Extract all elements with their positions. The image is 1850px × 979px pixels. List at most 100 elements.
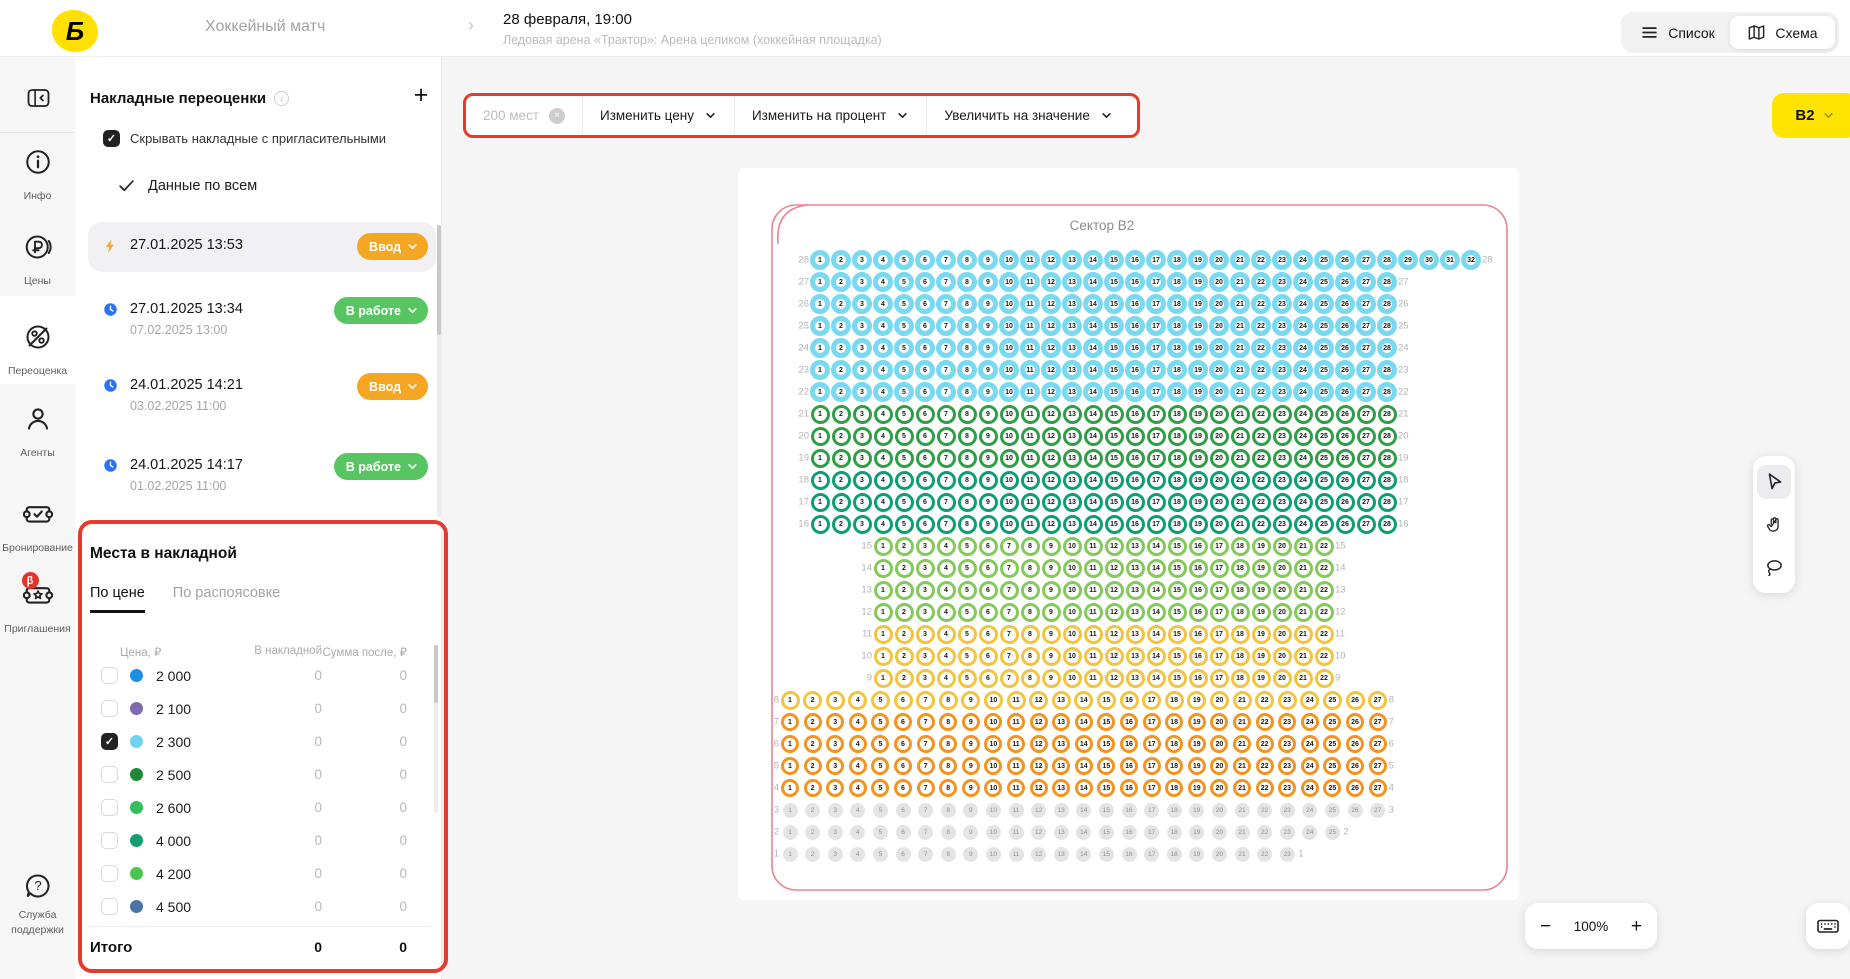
- seat[interactable]: 27: [1368, 691, 1387, 710]
- seat[interactable]: 21: [1230, 316, 1250, 336]
- seat[interactable]: 9: [1042, 603, 1061, 622]
- seat[interactable]: 19: [1252, 537, 1271, 556]
- seat[interactable]: 13: [1063, 449, 1082, 468]
- seat[interactable]: 14: [1083, 382, 1103, 402]
- seat[interactable]: 5: [873, 803, 888, 818]
- seat[interactable]: 18: [1231, 669, 1250, 688]
- seat[interactable]: 11: [1007, 735, 1025, 753]
- seat[interactable]: 16: [1126, 471, 1145, 490]
- seat[interactable]: 8: [957, 382, 977, 402]
- seat[interactable]: 28: [1377, 316, 1397, 336]
- seat[interactable]: 12: [1030, 735, 1048, 753]
- seat[interactable]: 15: [1104, 250, 1124, 270]
- seat[interactable]: 12: [1105, 669, 1124, 688]
- seat[interactable]: 20: [1273, 581, 1292, 600]
- seat[interactable]: 8: [958, 405, 977, 424]
- seat[interactable]: 11: [1021, 471, 1040, 490]
- seat[interactable]: 11: [1020, 316, 1040, 336]
- seat[interactable]: 18: [1231, 537, 1250, 556]
- seat[interactable]: 2: [805, 825, 820, 840]
- seat[interactable]: 7: [936, 250, 956, 270]
- seat[interactable]: 7: [936, 338, 956, 358]
- seat[interactable]: 8: [1021, 537, 1040, 556]
- seat[interactable]: 7: [937, 471, 956, 490]
- seat[interactable]: 17: [1210, 559, 1229, 578]
- seat[interactable]: 22: [1251, 272, 1271, 292]
- seat[interactable]: 13: [1062, 316, 1082, 336]
- seat[interactable]: 6: [894, 735, 912, 753]
- seat[interactable]: 2: [831, 316, 851, 336]
- seat[interactable]: 25: [1314, 316, 1334, 336]
- seat[interactable]: 4: [874, 493, 893, 512]
- seat[interactable]: 8: [1021, 603, 1040, 622]
- seat[interactable]: 8: [957, 272, 977, 292]
- seat[interactable]: 18: [1167, 360, 1187, 380]
- seat[interactable]: 11: [1020, 294, 1040, 314]
- seat[interactable]: 13: [1126, 625, 1145, 644]
- seat[interactable]: 31: [1440, 250, 1460, 270]
- seat[interactable]: 9: [962, 713, 980, 731]
- seat[interactable]: 17: [1146, 272, 1166, 292]
- seat[interactable]: 11: [1084, 581, 1103, 600]
- seat[interactable]: 2: [803, 691, 822, 710]
- seat[interactable]: 3: [916, 625, 935, 644]
- seat[interactable]: 28: [1378, 471, 1397, 490]
- seat[interactable]: 7: [1000, 647, 1019, 666]
- seat[interactable]: 20: [1209, 338, 1229, 358]
- seat[interactable]: 11: [1021, 493, 1040, 512]
- seat[interactable]: 9: [1042, 559, 1061, 578]
- seat[interactable]: 15: [1104, 382, 1124, 402]
- seat[interactable]: 9: [978, 294, 998, 314]
- seat[interactable]: 14: [1083, 338, 1103, 358]
- seat[interactable]: 22: [1315, 669, 1334, 688]
- seat[interactable]: 23: [1280, 847, 1295, 862]
- breadcrumb[interactable]: Хоккейный матч: [205, 18, 325, 36]
- seat[interactable]: 24: [1294, 493, 1313, 512]
- seat[interactable]: 22: [1315, 603, 1334, 622]
- seat[interactable]: 4: [874, 427, 893, 446]
- seat[interactable]: 1: [811, 515, 830, 534]
- seat[interactable]: 3: [916, 647, 935, 666]
- seat[interactable]: 12: [1042, 515, 1061, 534]
- seat[interactable]: 26: [1336, 471, 1355, 490]
- seat[interactable]: 2: [895, 669, 914, 688]
- seat[interactable]: 12: [1042, 449, 1061, 468]
- seat[interactable]: 24: [1293, 272, 1313, 292]
- seat[interactable]: 22: [1251, 382, 1271, 402]
- seat[interactable]: 16: [1125, 338, 1145, 358]
- seat[interactable]: 2: [895, 559, 914, 578]
- seat[interactable]: 7: [917, 713, 935, 731]
- seat[interactable]: 24: [1294, 405, 1313, 424]
- seat[interactable]: 20: [1212, 825, 1227, 840]
- seat[interactable]: 3: [853, 405, 872, 424]
- seat[interactable]: 3: [852, 250, 872, 270]
- price-checkbox[interactable]: [101, 766, 118, 783]
- seat[interactable]: 4: [874, 515, 893, 534]
- seat[interactable]: 15: [1104, 338, 1124, 358]
- seat[interactable]: 28: [1377, 382, 1397, 402]
- seat[interactable]: 25: [1315, 493, 1334, 512]
- seat[interactable]: 17: [1146, 250, 1166, 270]
- seat[interactable]: 12: [1042, 405, 1061, 424]
- seat[interactable]: 8: [1021, 625, 1040, 644]
- seat[interactable]: 4: [874, 449, 893, 468]
- seat[interactable]: 17: [1143, 713, 1161, 731]
- seat[interactable]: 11: [1009, 825, 1024, 840]
- tool-cursor[interactable]: [1757, 465, 1791, 499]
- seat[interactable]: 21: [1294, 625, 1313, 644]
- seat[interactable]: 19: [1189, 847, 1204, 862]
- zoom-out-button[interactable]: −: [1540, 917, 1551, 936]
- seat[interactable]: 5: [958, 581, 977, 600]
- status-badge[interactable]: В работе: [334, 453, 428, 480]
- seat[interactable]: 21: [1233, 713, 1251, 731]
- seat[interactable]: 15: [1168, 537, 1187, 556]
- seat[interactable]: 2: [805, 847, 820, 862]
- seat[interactable]: 6: [915, 294, 935, 314]
- seat[interactable]: 26: [1335, 250, 1355, 270]
- seat[interactable]: 9: [978, 360, 998, 380]
- seat[interactable]: 19: [1252, 559, 1271, 578]
- seat[interactable]: 24: [1302, 803, 1317, 818]
- seat[interactable]: 25: [1315, 427, 1334, 446]
- seat[interactable]: 22: [1257, 803, 1272, 818]
- seat[interactable]: 26: [1336, 493, 1355, 512]
